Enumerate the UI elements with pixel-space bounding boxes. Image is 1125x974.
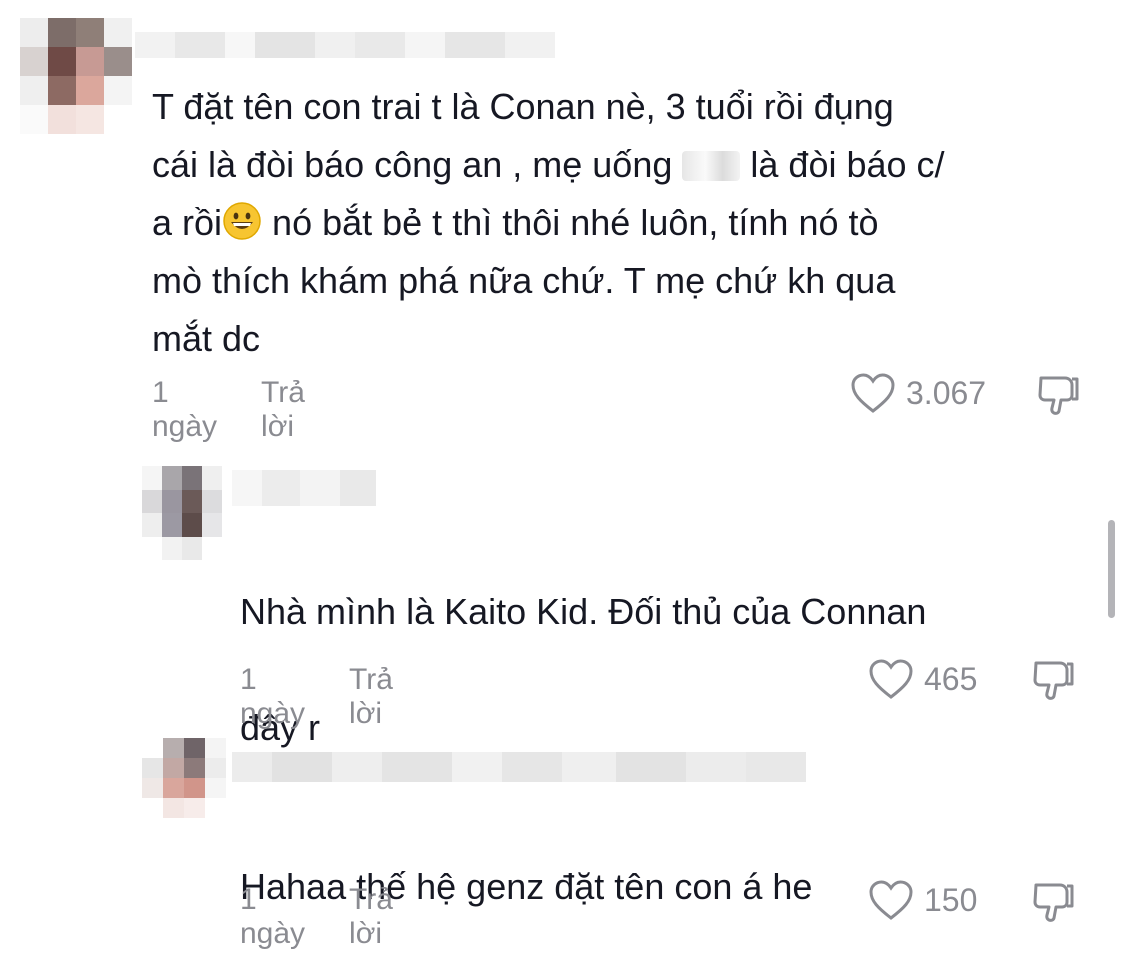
thumbs-down-icon[interactable]: [1030, 880, 1076, 924]
comment-line: T đặt tên con trai t là Conan nè, 3 tuổi…: [152, 86, 894, 127]
comment-line: a rồi nó bắt bẻ t thì thôi nhé luôn, tín…: [152, 194, 1092, 252]
thumbs-down-icon[interactable]: [1030, 658, 1076, 702]
reply-button[interactable]: Trả lời: [261, 376, 305, 444]
comment-meta: 1 ngày Trả lời: [240, 663, 393, 731]
comment-line: mò thích khám phá nữa chứ. T mẹ chứ kh q…: [152, 260, 896, 301]
censored-word: [682, 151, 741, 181]
comment-line: mắt dc: [152, 318, 261, 359]
like-count: 465: [924, 660, 978, 697]
comment-segment: là đòi báo c/: [750, 144, 945, 185]
comment-segment: a rồi: [152, 202, 223, 243]
timestamp: 1 ngày: [240, 663, 306, 730]
comment-segment: nó bắt bẻ t thì thôi nhé luôn, tính nó t…: [272, 202, 879, 243]
comment-text: T đặt tên con trai t là Conan nè, 3 tuổi…: [152, 78, 1092, 368]
grinning-face-emoji: [223, 202, 261, 240]
like-count: 150: [924, 881, 978, 918]
scrollbar[interactable]: [1108, 520, 1115, 618]
like-button[interactable]: 150: [868, 879, 977, 921]
comment-meta: 1 ngày Trả lời: [240, 883, 393, 951]
like-count: 3.067: [906, 374, 987, 411]
comment-line: Nhà mình là Kaito Kid. Đối thủ của Conna…: [240, 591, 927, 632]
avatar[interactable]: [142, 466, 222, 560]
reply-button[interactable]: Trả lời: [349, 663, 393, 731]
like-button[interactable]: 465: [868, 658, 977, 700]
heart-outline-icon: [851, 373, 895, 413]
heart-outline-icon: [869, 880, 913, 920]
thumbs-down-icon[interactable]: [1035, 373, 1081, 417]
timestamp: 1 ngày: [152, 376, 218, 443]
username-blurred[interactable]: [135, 32, 555, 58]
username-blurred[interactable]: [232, 470, 376, 506]
like-button[interactable]: 3.067: [850, 372, 986, 414]
reply-button[interactable]: Trả lời: [349, 883, 393, 951]
comment-line: cái là đòi báo công an , mẹ uống là đòi …: [152, 136, 1092, 194]
timestamp: 1 ngày: [240, 883, 306, 950]
heart-outline-icon: [869, 659, 913, 699]
avatar[interactable]: [142, 738, 226, 818]
username-blurred[interactable]: [232, 752, 806, 782]
comment-segment: cái là đòi báo công an , mẹ uống: [152, 144, 673, 185]
comment-meta: 1 ngày Trả lời: [152, 376, 305, 444]
avatar[interactable]: [20, 18, 132, 134]
